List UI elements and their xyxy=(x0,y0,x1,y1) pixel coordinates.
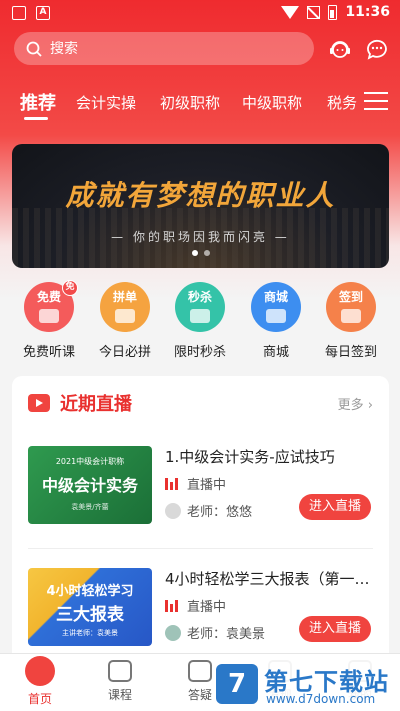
quick-entry-free-course[interactable]: 免费 免 免费听课 xyxy=(11,280,87,360)
book-icon xyxy=(108,660,132,682)
promo-banner[interactable]: 成就有梦想的职业人 — 你的职场因我而闪亮 — xyxy=(12,144,389,268)
status-time: 11:36 xyxy=(345,4,390,20)
live-section: 近期直播 更多 › 2021中级会计职称 中级会计实务 袁美景/齐蕾 1.中级会… xyxy=(12,376,389,676)
enter-live-button[interactable]: 进入直播 xyxy=(299,616,371,642)
live-title: 4小时轻松学三大报表（第一… xyxy=(165,570,370,588)
carousel-dot[interactable] xyxy=(191,250,198,256)
live-bars-icon xyxy=(165,599,179,612)
quick-entry-checkin[interactable]: 签到 每日签到 xyxy=(313,282,389,360)
avatar xyxy=(165,502,181,519)
quick-entry-flash-sale[interactable]: 秒杀 限时秒杀 xyxy=(162,282,238,360)
quick-entry-label: 商城 xyxy=(262,345,289,360)
banner-title: 成就有梦想的职业人 xyxy=(65,179,336,212)
category-tabs: 推荐 会计实操 初级职称 中级职称 税务 xyxy=(18,88,358,124)
nav-courses[interactable]: 课程 xyxy=(90,660,150,703)
enter-live-button[interactable]: 进入直播 xyxy=(299,494,371,520)
search-input[interactable] xyxy=(50,40,270,57)
carousel-dots xyxy=(12,250,389,256)
customer-service-icon[interactable] xyxy=(327,36,353,62)
banner-subtitle: — 你的职场因我而闪亮 — xyxy=(111,230,290,244)
section-title: 近期直播 xyxy=(60,394,132,415)
image-icon xyxy=(12,6,26,20)
live-status: 直播中 xyxy=(187,478,227,493)
tab-junior-title[interactable]: 初级职称 xyxy=(160,92,220,113)
live-item[interactable]: 4小时轻松学习 三大报表 主讲老师：袁美景 4小时轻松学三大报表（第一… 直播中… xyxy=(28,568,373,660)
lightning-icon: 秒杀 xyxy=(175,282,225,332)
tab-tax[interactable]: 税务 xyxy=(327,92,357,113)
live-bars-icon xyxy=(165,477,179,490)
teacher-name: 老师：袁美景 xyxy=(187,627,266,642)
live-status: 直播中 xyxy=(187,600,227,615)
search-icon xyxy=(26,41,42,57)
menu-icon[interactable] xyxy=(364,92,388,112)
carousel-dot[interactable] xyxy=(203,250,210,256)
quick-entry-mall[interactable]: 商城 商城 xyxy=(238,282,314,360)
live-title: 1.中级会计实务-应试技巧 xyxy=(165,448,335,466)
shopping-bag-icon: 商城 xyxy=(251,282,301,332)
play-icon: 免费 免 xyxy=(24,280,78,332)
watermark-url: www.d7down.com xyxy=(266,692,376,706)
live-item[interactable]: 2021中级会计职称 中级会计实务 袁美景/齐蕾 1.中级会计实务-应试技巧 直… xyxy=(28,446,373,538)
quick-entry-label: 免费听课 xyxy=(22,345,75,360)
tab-recommend[interactable]: 推荐 xyxy=(20,89,56,115)
wifi-icon xyxy=(281,5,300,19)
nav-home[interactable]: 首页 xyxy=(10,656,70,707)
home-icon xyxy=(25,656,55,686)
tab-intermediate-title[interactable]: 中级职称 xyxy=(242,92,302,113)
quick-entry-group-buy[interactable]: 拼单 今日必拼 xyxy=(87,282,163,360)
no-signal-icon xyxy=(307,5,321,19)
search-bar[interactable] xyxy=(14,32,314,65)
course-thumbnail: 2021中级会计职称 中级会计实务 袁美景/齐蕾 xyxy=(28,446,152,524)
quick-entry-label: 限时秒杀 xyxy=(173,345,226,360)
calendar-icon: 签到 xyxy=(326,282,376,332)
tv-icon xyxy=(28,394,50,412)
avatar xyxy=(165,624,181,641)
quick-entry-label: 今日必拼 xyxy=(98,345,151,360)
chevron-right-icon: › xyxy=(367,398,373,413)
tab-accounting-practice[interactable]: 会计实操 xyxy=(76,92,136,113)
course-thumbnail: 4小时轻松学习 三大报表 主讲老师：袁美景 xyxy=(28,568,152,646)
active-tab-indicator xyxy=(24,117,48,120)
quick-entry-label: 每日签到 xyxy=(324,345,377,360)
more-link[interactable]: 更多 › xyxy=(338,394,373,413)
watermark: 7 第七下载站 www.d7down.com xyxy=(216,660,398,710)
tag-icon: 拼单 xyxy=(100,282,150,332)
quick-entry-row: 免费 免 免费听课 拼单 今日必拼 秒杀 限时秒杀 商城 商城 签到 每日签到 xyxy=(0,280,400,362)
app-icon: A xyxy=(36,6,50,20)
watermark-logo: 7 xyxy=(216,664,258,704)
message-icon[interactable] xyxy=(364,36,390,62)
teacher-name: 老师：悠悠 xyxy=(187,505,253,520)
status-bar: A 11:36 xyxy=(0,0,400,28)
chat-icon xyxy=(188,660,212,682)
free-badge: 免 xyxy=(62,280,78,296)
divider xyxy=(28,548,373,549)
battery-icon xyxy=(328,4,338,20)
